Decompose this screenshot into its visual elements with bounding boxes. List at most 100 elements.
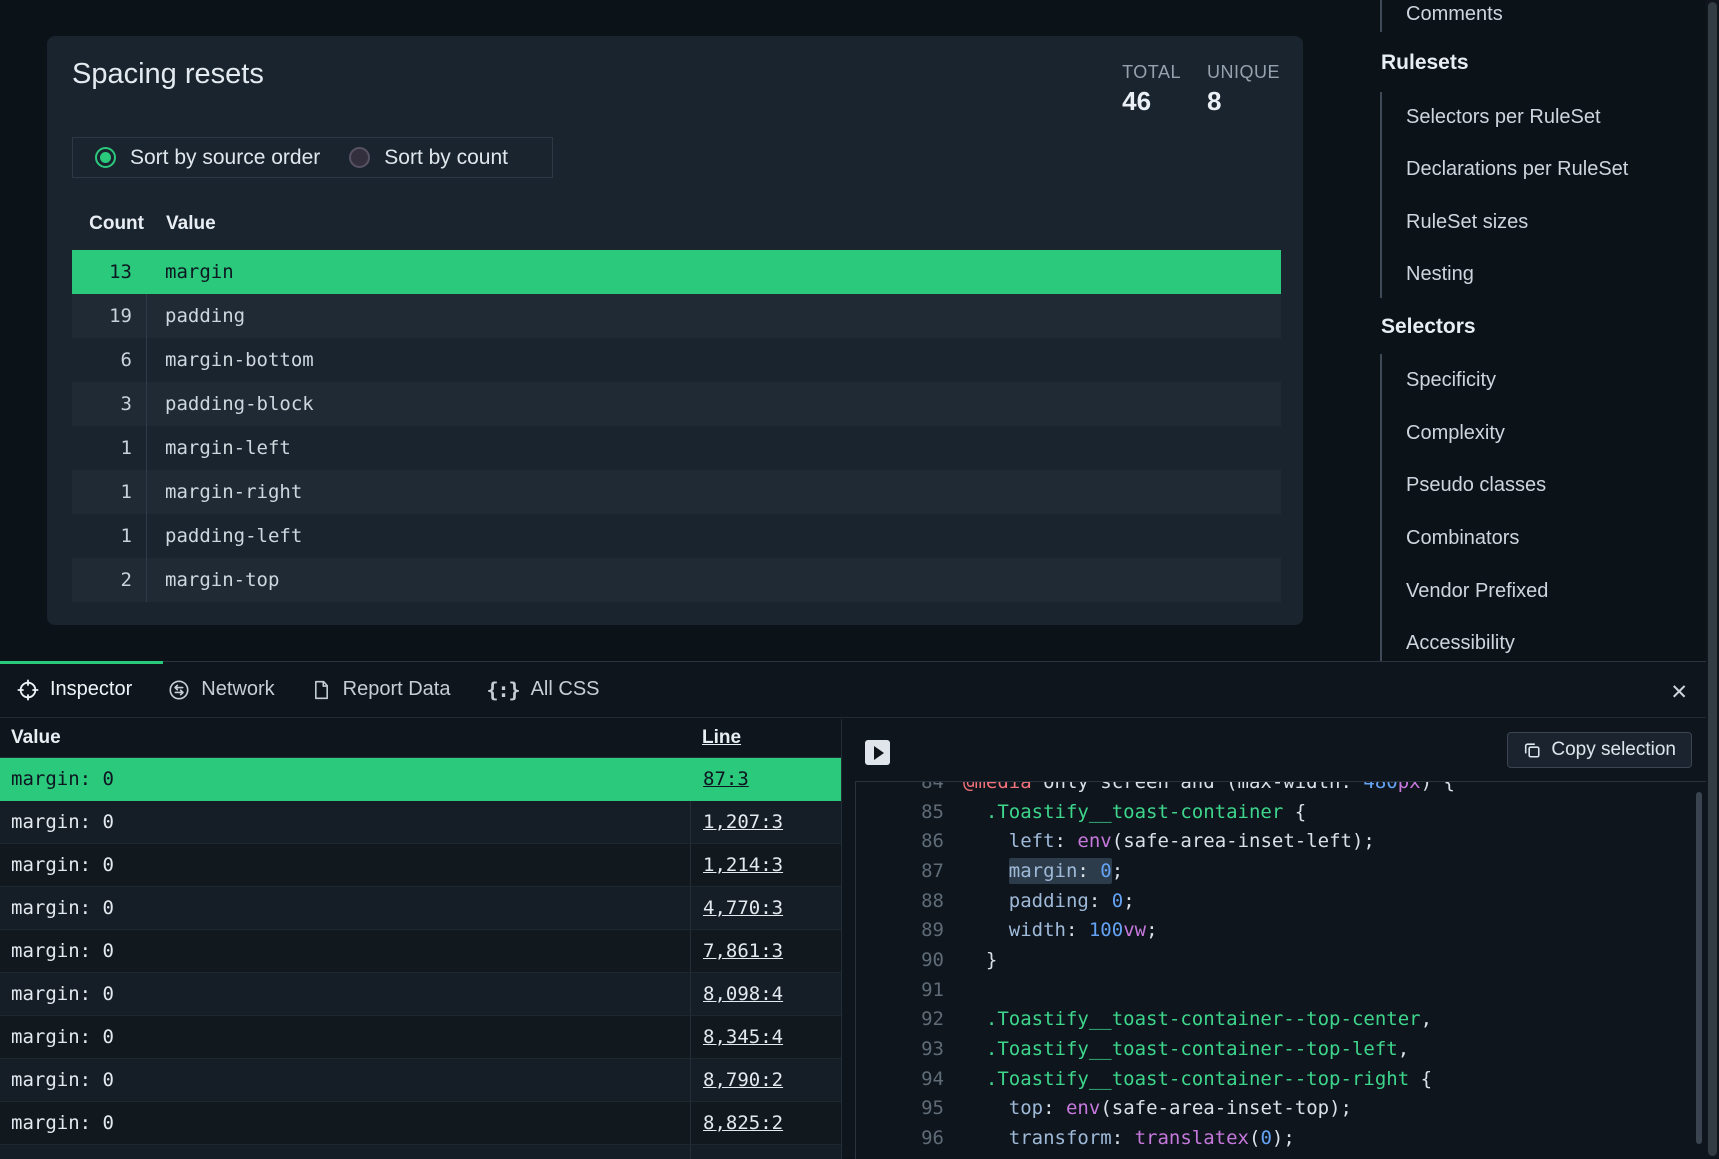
expand-panel-icon[interactable] [865, 740, 890, 765]
code-line: 84 @media only screen and (max-width: 48… [856, 781, 1706, 797]
line-link[interactable]: 8,825:2 [703, 1112, 783, 1134]
sidebar-item-comments[interactable]: Comments [1406, 1, 1503, 27]
copy-icon [1523, 741, 1541, 759]
code-line: 92 .Toastify__toast-container--top-cente… [856, 1005, 1706, 1035]
sidebar-item-accessibility[interactable]: Accessibility [1406, 630, 1515, 656]
sidebar-item-declarations-per-ruleset[interactable]: Declarations per RuleSet [1406, 156, 1628, 182]
row-value: margin-right [147, 470, 302, 514]
sort-by-source-order-label: Sort by source order [130, 146, 320, 170]
table-row[interactable]: 13 margin [72, 250, 1281, 294]
code-line: 85 .Toastify__toast-container { [856, 797, 1706, 827]
line-number: 84 [856, 781, 944, 793]
sort-by-count-radio[interactable]: Sort by count [349, 146, 508, 170]
code-line: 94 .Toastify__toast-container--top-right… [856, 1064, 1706, 1094]
nav-group-line [1380, 92, 1382, 298]
page-scrollbar[interactable] [1706, 0, 1719, 1158]
code-line: 96 transform: translatex(0); [856, 1123, 1706, 1153]
code-line: 91 [856, 975, 1706, 1005]
line-column-header[interactable]: Line [690, 727, 841, 749]
row-count: 1 [72, 470, 147, 514]
line-number: 92 [856, 1008, 944, 1030]
nav-group-line [1380, 354, 1382, 661]
selection-highlight: margin: 0 [1009, 858, 1112, 884]
table-row[interactable]: 1 margin-left [72, 426, 1281, 470]
declaration-value: margin: 0 [0, 973, 691, 1015]
tab-network[interactable]: Network [168, 678, 274, 701]
sidebar-item-complexity[interactable]: Complexity [1406, 420, 1505, 446]
table-row[interactable]: 2 margin-top [72, 558, 1281, 602]
declaration-row[interactable]: margin: 0 1,207:3 [0, 801, 841, 844]
radio-unselected-icon [349, 147, 370, 168]
sort-by-count-label: Sort by count [384, 146, 508, 170]
stat-total: TOTAL 46 [1122, 62, 1181, 117]
line-link[interactable]: 7,861:3 [703, 940, 783, 962]
stat-total-label: TOTAL [1122, 62, 1181, 83]
copy-selection-button[interactable]: Copy selection [1507, 732, 1692, 768]
row-count: 13 [72, 250, 147, 294]
tab-inspector[interactable]: Inspector [17, 678, 132, 701]
declaration-value: margin: 0 [0, 1059, 691, 1101]
declaration-row[interactable]: margin: 0 8,098:4 [0, 973, 841, 1016]
code-line-selected: 87 margin: 0; [856, 856, 1706, 886]
code-line: 90 } [856, 945, 1706, 975]
declaration-row[interactable]: margin: 0 1,214:3 [0, 844, 841, 887]
active-tab-indicator [0, 661, 163, 664]
line-number: 89 [856, 919, 944, 941]
line-link[interactable]: 4,770:3 [703, 897, 783, 919]
sidebar-header-rulesets: Rulesets [1381, 50, 1469, 76]
page-scrollbar-thumb[interactable] [1708, 2, 1717, 1156]
declaration-row[interactable]: margin: 0 8,345:4 [0, 1016, 841, 1059]
stats-block: TOTAL 46 UNIQUE 8 [1122, 62, 1280, 117]
sort-radio-group: Sort by source order Sort by count [72, 137, 553, 178]
page-title: Spacing resets [72, 58, 264, 91]
declaration-row[interactable]: margin: 0 4,770:3 [0, 887, 841, 930]
sidebar-item-vendor-prefixed[interactable]: Vendor Prefixed [1406, 578, 1548, 604]
table-row[interactable]: 6 margin-bottom [72, 338, 1281, 382]
line-link[interactable]: 8,345:4 [703, 1026, 783, 1048]
row-value: padding [147, 294, 245, 338]
line-number: 94 [856, 1068, 944, 1090]
sort-by-source-order-radio[interactable]: Sort by source order [95, 146, 320, 170]
close-icon[interactable]: ✕ [1670, 682, 1688, 703]
code-line: 95 top: env(safe-area-inset-top); [856, 1094, 1706, 1124]
tab-all-css[interactable]: {:} All CSS [486, 678, 599, 702]
line-number: 88 [856, 890, 944, 912]
declaration-row[interactable]: margin: 0 8,825:2 [0, 1102, 841, 1145]
line-link[interactable]: 8,790:2 [703, 1069, 783, 1091]
code-scrollbar-thumb[interactable] [1696, 792, 1702, 1144]
table-row[interactable]: 1 margin-right [72, 470, 1281, 514]
row-count: 1 [72, 426, 147, 470]
tab-label: All CSS [531, 678, 600, 701]
declaration-value: margin: 0 [0, 758, 691, 800]
declaration-row[interactable]: margin: 0 7,861:3 [0, 930, 841, 973]
table-row[interactable]: 19 padding [72, 294, 1281, 338]
spacing-table-header: Count Value [72, 204, 1281, 244]
sidebar-item-specificity[interactable]: Specificity [1406, 367, 1496, 393]
report-nav-sidebar: Comments Rulesets Selectors per RuleSet … [1380, 0, 1706, 661]
table-row[interactable]: 1 padding-left [72, 514, 1281, 558]
line-link[interactable]: 1,214:3 [703, 854, 783, 876]
sidebar-item-selectors-per-ruleset[interactable]: Selectors per RuleSet [1406, 104, 1601, 130]
tab-report-data[interactable]: Report Data [311, 678, 451, 701]
sidebar-item-nesting[interactable]: Nesting [1406, 261, 1474, 287]
line-number: 93 [856, 1038, 944, 1060]
line-link[interactable]: 8,098:4 [703, 983, 783, 1005]
code-scroll-area: 84 @media only screen and (max-width: 48… [855, 781, 1706, 1159]
line-number: 85 [856, 801, 944, 823]
table-row[interactable]: 3 padding-block [72, 382, 1281, 426]
declaration-row[interactable]: margin: 0 8,790:2 [0, 1059, 841, 1102]
sidebar-item-pseudo-classes[interactable]: Pseudo classes [1406, 472, 1546, 498]
declaration-row[interactable]: margin: 0 87:3 [0, 758, 841, 801]
sidebar-item-ruleset-sizes[interactable]: RuleSet sizes [1406, 209, 1528, 235]
line-link[interactable]: 1,207:3 [703, 811, 783, 833]
value-column-header: Value [0, 727, 690, 749]
row-value: margin-top [147, 558, 279, 602]
sidebar-item-combinators[interactable]: Combinators [1406, 525, 1519, 551]
code-line: 88 padding: 0; [856, 886, 1706, 916]
line-link[interactable]: 87:3 [703, 768, 749, 790]
spacing-table: 13 margin 19 padding 6 margin-bottom 3 p… [72, 250, 1281, 602]
tab-label: Network [201, 678, 274, 701]
row-value: padding-left [147, 514, 302, 558]
declaration-row-partial[interactable] [0, 1145, 841, 1159]
row-value: margin [147, 250, 234, 294]
